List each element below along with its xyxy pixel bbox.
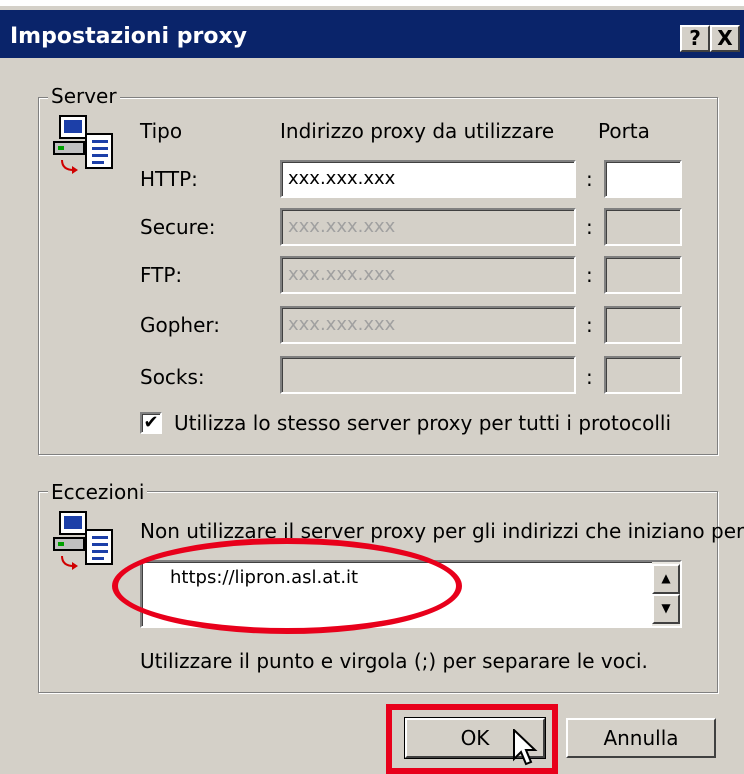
title-bar[interactable]: Impostazioni proxy ? X [0,10,744,58]
mouse-pointer-icon [513,729,538,766]
cancel-button[interactable]: Annulla [566,718,716,758]
gopher-port-input[interactable] [604,306,682,344]
same-proxy-label: Utilizza lo stesso server proxy per tutt… [174,411,672,435]
colon-separator: : [586,365,593,389]
secure-address-input[interactable]: xxx.xxx.xxx [280,208,576,246]
socks-address-input[interactable] [280,356,576,394]
colon-separator: : [586,215,593,239]
colon-separator: : [586,313,593,337]
network-computer-icon [53,511,113,570]
address-column-header: Indirizzo proxy da utilizzare [280,119,555,143]
gopher-label: Gopher: [140,313,221,337]
http-port-input[interactable] [604,160,682,198]
exceptions-scrollbar[interactable]: ▲ ▼ [652,562,680,626]
exceptions-legend: Eccezioni [48,480,148,504]
close-button[interactable]: X [710,25,740,52]
colon-separator: : [586,263,593,287]
socks-label: Socks: [140,365,205,389]
secure-label: Secure: [140,215,216,239]
socks-port-input[interactable] [604,356,682,394]
same-proxy-checkbox[interactable]: ✔ [140,412,162,434]
exceptions-hint: Utilizzare il punto e virgola (;) per se… [140,649,648,673]
http-address-input[interactable]: xxx.xxx.xxx [280,160,576,198]
ftp-address-input[interactable]: xxx.xxx.xxx [280,256,576,294]
network-computer-icon [53,115,113,174]
scroll-down-icon[interactable]: ▼ [652,594,680,624]
ftp-label: FTP: [140,263,183,287]
server-legend: Server [48,84,120,108]
type-column-header: Tipo [140,119,183,143]
secure-port-input[interactable] [604,208,682,246]
http-label: HTTP: [140,167,198,191]
ftp-port-input[interactable] [604,256,682,294]
colon-separator: : [586,167,593,191]
highlight-ellipse [112,538,462,634]
scroll-up-icon[interactable]: ▲ [652,564,680,594]
help-button[interactable]: ? [680,25,710,52]
port-column-header: Porta [598,119,650,143]
gopher-address-input[interactable]: xxx.xxx.xxx [280,306,576,344]
dialog-title: Impostazioni proxy [10,24,247,49]
